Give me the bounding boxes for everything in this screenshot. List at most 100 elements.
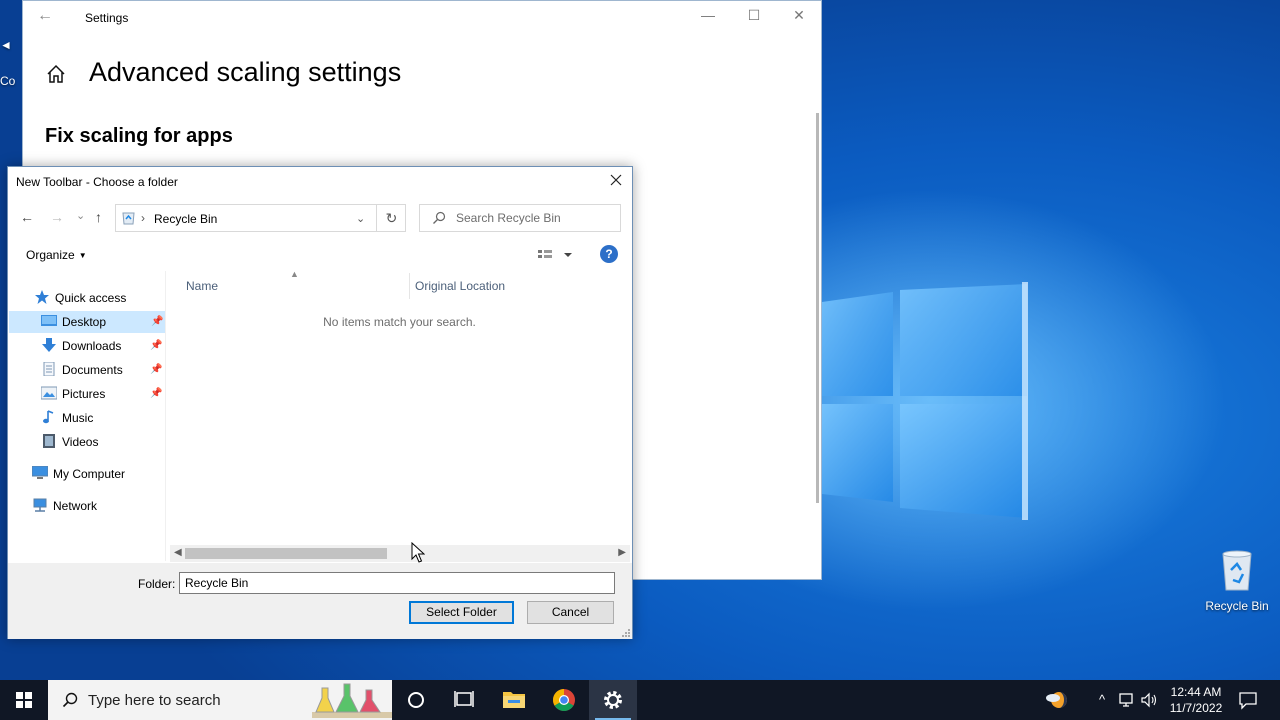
empty-message: No items match your search. bbox=[323, 315, 476, 329]
nav-up-icon[interactable]: ↑ bbox=[95, 209, 102, 225]
nav-item-documents[interactable]: Documents 📌 bbox=[41, 359, 165, 381]
maximize-button[interactable]: ☐ bbox=[739, 7, 769, 24]
desktop-folder-icon bbox=[41, 315, 57, 326]
home-icon[interactable] bbox=[45, 63, 67, 85]
pin-icon[interactable]: 📌 bbox=[151, 311, 163, 333]
organize-caret-icon: ▼ bbox=[78, 251, 87, 260]
nav-item-label: Videos bbox=[62, 435, 99, 449]
taskbar-cortana[interactable] bbox=[392, 680, 440, 720]
section-title: Fix scaling for apps bbox=[45, 125, 233, 147]
clock-date: 11/7/2022 bbox=[1169, 701, 1223, 715]
nav-back-icon[interactable]: ← bbox=[20, 209, 34, 225]
cortana-icon bbox=[408, 692, 424, 708]
network-tray-icon[interactable] bbox=[1117, 692, 1137, 708]
search-icon bbox=[433, 211, 446, 224]
nav-item-label: Downloads bbox=[62, 339, 122, 353]
column-header-original-location[interactable]: Original Location bbox=[415, 279, 505, 293]
nav-item-desktop[interactable]: Desktop 📌 bbox=[9, 311, 165, 333]
nav-item-label: Desktop bbox=[62, 315, 107, 329]
mouse-cursor-icon bbox=[411, 542, 425, 563]
nav-item-downloads[interactable]: Downloads 📌 bbox=[41, 335, 165, 357]
desktop-peek-arrow: ◄ bbox=[0, 38, 12, 52]
taskbar-task-view[interactable] bbox=[440, 680, 488, 720]
task-view-icon bbox=[454, 691, 474, 707]
column-divider[interactable] bbox=[409, 273, 410, 299]
taskbar: Type here to search ^ 12:44 AM 11/7/2022 bbox=[0, 680, 1280, 720]
search-icon bbox=[62, 692, 78, 708]
settings-scrollbar[interactable] bbox=[816, 113, 819, 503]
taskbar-file-explorer[interactable] bbox=[490, 680, 538, 720]
taskbar-chrome[interactable] bbox=[540, 680, 588, 720]
close-button[interactable]: ✕ bbox=[784, 7, 814, 24]
nav-my-computer[interactable]: My Computer bbox=[32, 463, 125, 485]
computer-icon bbox=[32, 466, 48, 479]
nav-my-computer-label: My Computer bbox=[53, 467, 126, 481]
desktop-icon-recycle-bin[interactable]: Recycle Bin bbox=[1198, 548, 1276, 613]
pin-icon[interactable]: 📌 bbox=[150, 383, 162, 405]
taskbar-search-placeholder: Type here to search bbox=[88, 692, 221, 709]
star-icon bbox=[35, 290, 49, 304]
nav-forward-icon[interactable]: → bbox=[50, 209, 64, 225]
help-button[interactable]: ? bbox=[600, 245, 618, 263]
horizontal-scrollbar[interactable]: ◀ ▶ bbox=[170, 545, 630, 562]
notification-icon[interactable] bbox=[1238, 690, 1258, 710]
taskbar-search-box[interactable]: Type here to search bbox=[48, 680, 392, 720]
view-options-icon[interactable] bbox=[536, 247, 576, 263]
nav-recent-icon[interactable]: ⌄ bbox=[76, 209, 85, 222]
dialog-close-icon[interactable] bbox=[608, 172, 624, 188]
nav-quick-access[interactable]: Quick access bbox=[34, 287, 126, 309]
tray-chevron-icon[interactable]: ^ bbox=[1092, 680, 1112, 720]
nav-item-label: Documents bbox=[62, 363, 123, 377]
science-flasks-icon bbox=[312, 683, 392, 718]
address-bar[interactable]: › Recycle Bin ⌄ ↻ bbox=[115, 204, 406, 232]
dialog-title: New Toolbar - Choose a folder bbox=[16, 175, 178, 189]
nav-network[interactable]: Network bbox=[32, 495, 97, 517]
volume-icon[interactable] bbox=[1140, 692, 1160, 708]
pictures-icon bbox=[41, 386, 57, 400]
pin-icon[interactable]: 📌 bbox=[150, 359, 162, 381]
taskbar-settings[interactable] bbox=[589, 680, 637, 720]
refresh-icon[interactable]: ↻ bbox=[376, 205, 406, 231]
nav-item-music[interactable]: Music bbox=[41, 407, 93, 429]
documents-icon bbox=[43, 362, 55, 376]
settings-titlebar[interactable]: ← Settings — ☐ ✕ bbox=[23, 1, 821, 35]
scroll-right-icon[interactable]: ▶ bbox=[618, 547, 626, 558]
choose-folder-dialog: New Toolbar - Choose a folder ← → ⌄ ↑ › … bbox=[7, 166, 633, 639]
organize-label: Organize bbox=[26, 248, 75, 262]
cancel-button[interactable]: Cancel bbox=[527, 601, 614, 624]
nav-item-label: Pictures bbox=[62, 387, 106, 401]
nav-item-videos[interactable]: Videos bbox=[41, 431, 98, 453]
address-location[interactable]: Recycle Bin bbox=[154, 212, 217, 226]
settings-app-title: Settings bbox=[85, 11, 129, 25]
organize-menu[interactable]: Organize ▼ bbox=[26, 248, 87, 262]
videos-icon bbox=[43, 434, 55, 448]
folder-input[interactable]: Recycle Bin bbox=[179, 572, 615, 594]
search-input[interactable] bbox=[456, 209, 616, 227]
address-separator: › bbox=[141, 211, 145, 225]
back-arrow-icon[interactable]: ← bbox=[37, 7, 53, 25]
scroll-thumb[interactable] bbox=[185, 548, 387, 559]
clock-time: 12:44 AM bbox=[1170, 685, 1222, 699]
column-header-name[interactable]: Name bbox=[186, 279, 218, 293]
address-dropdown-icon[interactable]: ⌄ bbox=[356, 212, 365, 225]
navigation-pane: Quick access Desktop 📌 Downloads 📌 Docum… bbox=[8, 271, 165, 561]
page-title: Advanced scaling settings bbox=[89, 57, 402, 87]
music-icon bbox=[43, 410, 54, 424]
chrome-icon bbox=[553, 689, 575, 711]
windows-start-icon[interactable] bbox=[0, 680, 48, 720]
desktop-peek-label: Co bbox=[0, 74, 16, 88]
pin-icon[interactable]: 📌 bbox=[150, 335, 162, 357]
nav-network-label: Network bbox=[53, 499, 98, 513]
file-list: ▲ Name Original Location No items match … bbox=[165, 269, 632, 561]
search-box[interactable] bbox=[419, 204, 621, 232]
recycle-bin-icon bbox=[1222, 550, 1252, 591]
minimize-button[interactable]: — bbox=[693, 7, 723, 23]
taskbar-clock[interactable]: 12:44 AM 11/7/2022 bbox=[1162, 684, 1230, 716]
network-icon bbox=[33, 498, 47, 512]
scroll-left-icon[interactable]: ◀ bbox=[174, 547, 182, 558]
select-folder-button[interactable]: Select Folder bbox=[409, 601, 514, 624]
weather-icon[interactable] bbox=[1044, 688, 1070, 712]
nav-quick-access-label: Quick access bbox=[55, 291, 127, 305]
nav-item-pictures[interactable]: Pictures 📌 bbox=[41, 383, 165, 405]
resize-grip-icon[interactable] bbox=[622, 629, 630, 637]
